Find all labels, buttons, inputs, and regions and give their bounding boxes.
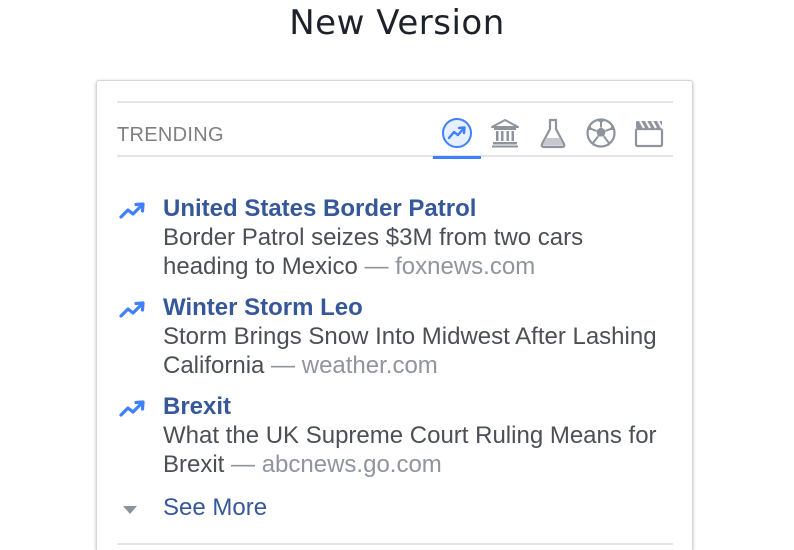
trending-description: Border Patrol seizes $3M from two cars h… — [163, 223, 673, 281]
separator: — — [357, 253, 396, 280]
trending-label: TRENDING — [117, 124, 224, 146]
trending-arrow-icon — [119, 301, 145, 318]
trending-arrow-icon — [119, 400, 145, 417]
trending-description: Storm Brings Snow Into Midwest After Las… — [163, 322, 673, 380]
separator: — — [264, 352, 302, 379]
tab-top-trends[interactable] — [433, 115, 481, 159]
tab-sports[interactable] — [577, 115, 625, 157]
page-title: New Version — [289, 3, 505, 43]
trending-card-inner: TRENDING United States Border Patrol Bor… — [117, 101, 673, 545]
soccer-ball-icon — [586, 118, 616, 148]
source-domain: abcnews.go.com — [261, 451, 442, 478]
tab-politics[interactable] — [481, 115, 529, 157]
separator: — — [224, 451, 262, 478]
clapperboard-icon — [634, 120, 664, 148]
trending-header: TRENDING — [117, 103, 673, 159]
trending-card: TRENDING United States Border Patrol Bor… — [96, 80, 693, 550]
trending-topic-link[interactable]: Winter Storm Leo — [163, 294, 363, 322]
source-domain: weather.com — [301, 352, 438, 379]
see-more-label: See More — [163, 494, 268, 521]
list-item: Winter Storm Leo Storm Brings Snow Into … — [117, 294, 673, 380]
caret-down-icon — [123, 506, 137, 514]
tab-entertainment[interactable] — [625, 115, 673, 157]
trending-arrow-icon — [119, 202, 145, 219]
list-item: United States Border Patrol Border Patro… — [117, 195, 673, 281]
divider — [117, 543, 673, 545]
trending-chart-icon — [442, 118, 472, 148]
trending-topic-link[interactable]: United States Border Patrol — [163, 195, 476, 223]
category-tabs — [433, 115, 673, 159]
trending-topic-link[interactable]: Brexit — [163, 393, 231, 421]
trending-list: United States Border Patrol Border Patro… — [117, 195, 673, 492]
flask-icon — [540, 118, 566, 149]
trending-description: What the UK Supreme Court Ruling Means f… — [163, 421, 673, 479]
list-item: Brexit What the UK Supreme Court Ruling … — [117, 393, 673, 479]
bank-icon — [491, 119, 519, 148]
see-more-button[interactable]: See More — [117, 493, 417, 523]
tab-science[interactable] — [529, 115, 577, 157]
source-domain: foxnews.com — [395, 253, 536, 280]
